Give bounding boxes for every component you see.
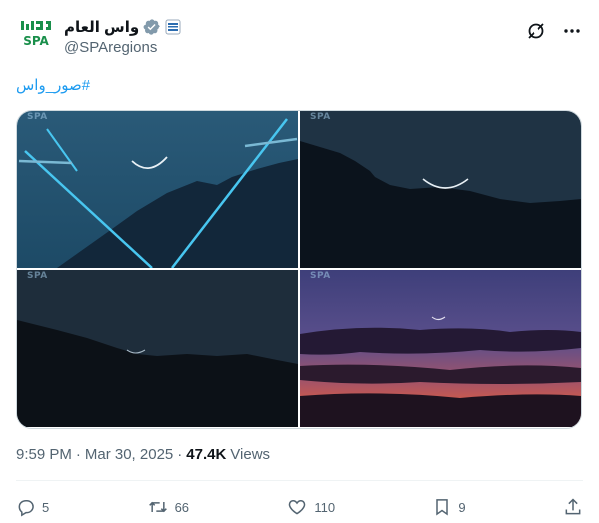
affiliation-badge-icon[interactable] xyxy=(165,19,181,35)
moon-ridge-photo xyxy=(300,111,581,268)
reply-count: 5 xyxy=(42,499,50,515)
svg-text:SPA: SPA xyxy=(23,34,49,48)
media-grid: SPA SPA SPA SPA xyxy=(16,110,582,429)
media-image-4[interactable]: SPA xyxy=(300,270,581,427)
author-name-row: واس العام xyxy=(64,17,181,37)
tweet-actions: 5 66 110 9 xyxy=(16,490,583,523)
top-actions xyxy=(525,20,583,42)
author-handle[interactable]: @SPAregions xyxy=(64,39,157,56)
spa-watermark: SPA xyxy=(310,112,331,122)
tweet-meta: 9:59 PM · Mar 30, 2025 · 47.4K Views xyxy=(16,446,270,463)
display-name[interactable]: واس العام xyxy=(64,18,139,36)
meta-separator: · xyxy=(177,446,183,463)
grok-icon[interactable] xyxy=(525,20,547,42)
media-image-2[interactable]: SPA xyxy=(300,111,581,268)
spa-watermark: SPA xyxy=(27,271,48,281)
verified-badge-icon xyxy=(143,18,161,36)
hashtag-link[interactable]: #صور_واس xyxy=(16,76,90,94)
meta-separator: · xyxy=(75,446,81,463)
like-button[interactable]: 110 xyxy=(286,497,335,517)
like-count: 110 xyxy=(314,499,336,515)
repost-icon xyxy=(148,501,167,513)
tweet-time[interactable]: 9:59 PM xyxy=(16,446,72,463)
media-image-1[interactable]: SPA xyxy=(17,111,298,268)
more-icon[interactable] xyxy=(561,20,583,42)
spa-logo-icon: SPA xyxy=(21,21,51,48)
share-button[interactable] xyxy=(563,497,583,517)
media-image-3[interactable]: SPA xyxy=(17,270,298,427)
bookmark-button[interactable]: 9 xyxy=(432,497,466,517)
avatar[interactable]: SPA xyxy=(16,14,56,54)
heart-icon xyxy=(289,499,306,515)
repost-button[interactable]: 66 xyxy=(147,497,189,517)
repost-count: 66 xyxy=(174,499,190,515)
divider xyxy=(16,480,583,481)
share-icon xyxy=(565,498,581,515)
reply-icon xyxy=(18,500,34,517)
views-count: 47.4K xyxy=(186,446,227,463)
sunset-moon-photo xyxy=(300,270,581,427)
moon-lamps-photo xyxy=(17,111,298,268)
bookmark-icon xyxy=(436,499,449,516)
bookmark-count: 9 xyxy=(458,499,466,515)
tweet-date[interactable]: Mar 30, 2025 xyxy=(85,446,173,463)
spa-watermark: SPA xyxy=(27,112,48,122)
views-label: Views xyxy=(230,446,271,463)
faint-moon-photo xyxy=(17,270,298,427)
reply-button[interactable]: 5 xyxy=(16,497,49,517)
spa-watermark: SPA xyxy=(310,271,331,281)
